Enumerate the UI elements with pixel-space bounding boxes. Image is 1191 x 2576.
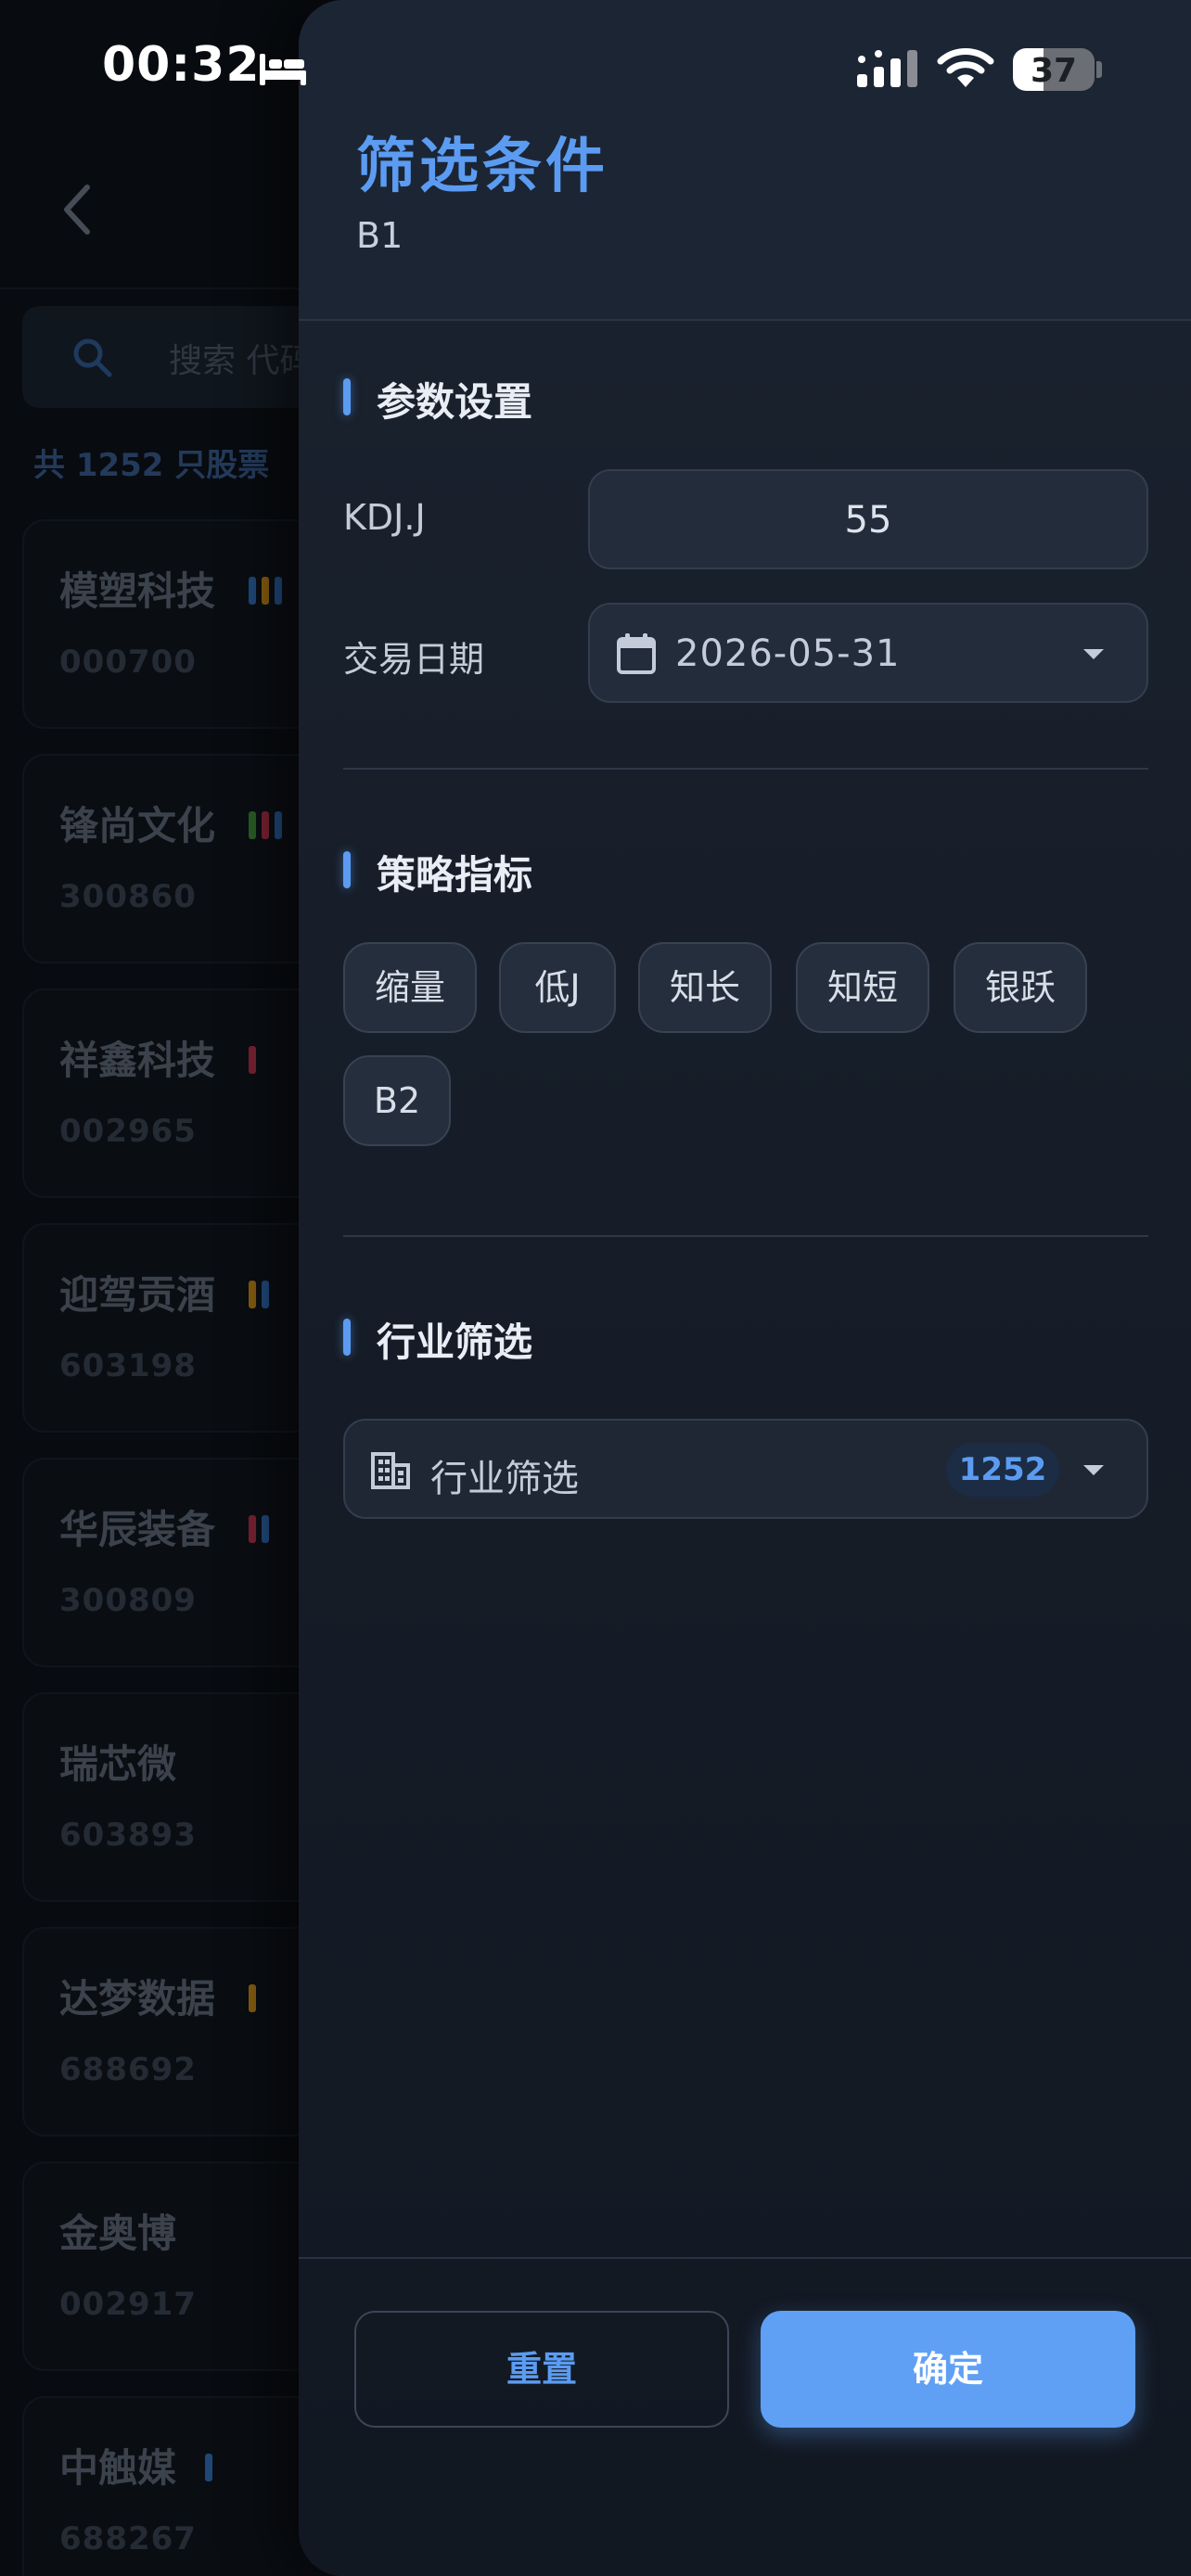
industry-filter-select[interactable]: 行业筛选 1252 <box>343 1419 1148 1519</box>
drawer-subtitle: B1 <box>356 215 403 256</box>
section-accent-bar <box>343 1319 351 1356</box>
status-bar: 00:32 37 <box>0 0 1191 139</box>
dropdown-arrow-icon <box>1083 1465 1104 1475</box>
strategy-chip[interactable]: 缩量 <box>343 942 477 1033</box>
kdj-input-value: 55 <box>844 499 892 542</box>
section-title-industry: 行业筛选 <box>343 1311 532 1368</box>
trade-date-label: 交易日期 <box>343 639 485 680</box>
industry-filter-label: 行业筛选 <box>430 1458 579 1500</box>
industry-count-badge: 1252 <box>946 1443 1059 1497</box>
trade-date-picker[interactable]: 2026-05-31 <box>588 603 1148 703</box>
section-title-params-label: 参数设置 <box>377 379 533 425</box>
kdj-input[interactable]: 55 <box>588 469 1148 569</box>
footer-divider <box>299 2257 1191 2259</box>
sleep-focus-bed-icon <box>260 54 306 85</box>
kdj-label: KDJ.J <box>343 497 426 538</box>
calendar-icon <box>617 633 656 674</box>
screen: 搜索 代码 共 1252 只股票 模塑科技 000700 锋尚文化 300860 祥鑫科… <box>0 0 1191 2576</box>
trade-date-value: 2026-05-31 <box>675 632 901 675</box>
strategy-chip[interactable]: 知长 <box>638 942 772 1033</box>
battery-indicator: 37 <box>1013 46 1102 93</box>
section-divider <box>343 768 1148 770</box>
section-title-industry-label: 行业筛选 <box>377 1320 533 1365</box>
battery-percent: 37 <box>1030 52 1078 90</box>
section-title-params: 参数设置 <box>343 371 532 427</box>
section-accent-bar <box>343 378 351 415</box>
strategy-chip[interactable]: 银跃 <box>954 942 1087 1033</box>
wifi-icon <box>937 48 994 87</box>
strategy-chip[interactable]: 知短 <box>796 942 929 1033</box>
section-title-strategy: 策略指标 <box>343 844 532 900</box>
confirm-button[interactable]: 确定 <box>761 2311 1135 2428</box>
building-icon <box>371 1452 410 1489</box>
strategy-chip[interactable]: B2 <box>343 1055 451 1146</box>
filter-drawer: 筛选条件 B1 参数设置 KDJ.J 55 交易日期 2026-05-31 策略… <box>299 0 1191 2576</box>
battery-tip <box>1096 61 1102 78</box>
dropdown-arrow-icon <box>1083 649 1104 659</box>
cellular-signal-icon <box>857 50 917 87</box>
status-time: 00:32 <box>102 37 261 93</box>
battery-body: 37 <box>1013 48 1095 91</box>
strategy-chip[interactable]: 低J <box>499 942 616 1033</box>
section-title-strategy-label: 策略指标 <box>377 852 533 898</box>
section-accent-bar <box>343 851 351 888</box>
reset-button[interactable]: 重置 <box>354 2311 729 2428</box>
section-divider <box>343 1235 1148 1237</box>
